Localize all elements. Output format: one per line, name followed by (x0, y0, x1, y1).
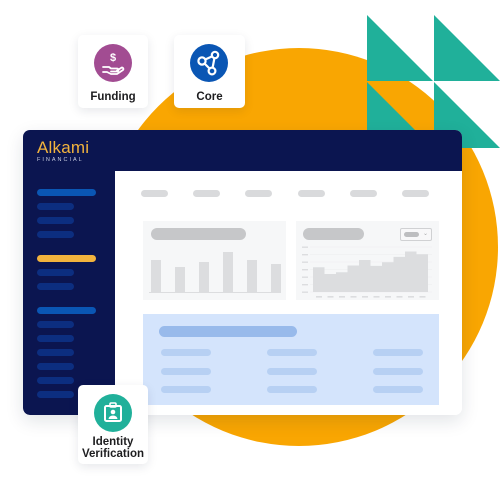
logo-tagline: FINANCIAL (37, 157, 84, 163)
y-tick (302, 269, 308, 271)
top-bar: Alkami FINANCIAL (23, 130, 462, 171)
bar (151, 260, 161, 292)
svg-text:$: $ (110, 52, 116, 64)
main-content: ⌄ (115, 171, 462, 415)
nav-item[interactable] (298, 190, 325, 197)
table-cell (267, 349, 317, 356)
sidebar (23, 171, 115, 415)
x-tick (419, 296, 426, 298)
table-cell (373, 367, 423, 375)
y-tick (302, 284, 308, 286)
teal-triangles-decoration (367, 15, 501, 149)
table-cell (161, 386, 211, 393)
bar (247, 260, 257, 292)
y-tick (302, 254, 308, 256)
table-cell (267, 386, 317, 393)
logo-wordmark: Alkami (37, 138, 90, 157)
table-panel (143, 314, 439, 405)
table-title-placeholder (159, 326, 297, 337)
sidebar-item[interactable] (37, 283, 74, 290)
table-cell (373, 386, 423, 393)
sidebar-item-active[interactable] (37, 189, 96, 196)
nav-item[interactable] (193, 190, 220, 197)
x-tick (373, 296, 380, 298)
sidebar-item[interactable] (37, 321, 74, 328)
x-tick (362, 296, 368, 298)
area-series (313, 251, 428, 292)
funding-label: Funding (90, 91, 136, 103)
hand-dollar-icon: $ (94, 44, 132, 82)
x-tick (350, 296, 357, 298)
y-tick (302, 261, 308, 263)
x-tick (385, 296, 391, 298)
sidebar-item[interactable] (37, 377, 74, 384)
bar (271, 264, 281, 292)
funding-badge[interactable]: $ Funding (78, 35, 148, 108)
y-tick (302, 246, 308, 248)
sidebar-item[interactable] (37, 335, 74, 342)
area-chart-card: ⌄ (296, 221, 439, 300)
x-tick (339, 296, 345, 298)
x-tick (316, 296, 322, 298)
table-cell (161, 367, 211, 375)
card-title-placeholder (151, 228, 246, 240)
sidebar-item[interactable] (37, 203, 74, 210)
sidebar-item-active[interactable] (37, 307, 96, 314)
sidebar-item[interactable] (37, 363, 74, 370)
alkami-logo[interactable]: Alkami FINANCIAL (37, 139, 89, 164)
app-window: Alkami FINANCIAL ⌄ (23, 130, 462, 415)
bar-chart (151, 247, 281, 292)
sidebar-item[interactable] (37, 391, 74, 398)
sidebar-item[interactable] (37, 217, 74, 224)
y-tick (302, 276, 308, 278)
bar-chart-card (143, 221, 286, 300)
nav-item[interactable] (141, 190, 168, 197)
bar (175, 267, 185, 292)
nav-item[interactable] (402, 190, 429, 197)
sidebar-item-highlighted[interactable] (37, 255, 96, 262)
sidebar-item[interactable] (37, 269, 74, 276)
table-cell (161, 349, 211, 356)
id-badge-icon (94, 394, 132, 432)
chart-baseline (149, 292, 281, 293)
network-nodes-icon (190, 44, 228, 82)
identity-verification-badge[interactable]: Identity Verification (78, 385, 148, 464)
sidebar-item[interactable] (37, 231, 74, 238)
bar (223, 252, 233, 292)
x-tick (408, 296, 414, 298)
y-tick (302, 291, 308, 293)
nav-item[interactable] (350, 190, 377, 197)
x-tick (327, 296, 334, 298)
x-tick (396, 296, 403, 298)
table-cell (373, 349, 423, 356)
sidebar-item[interactable] (37, 349, 74, 356)
identity-label-line2: Verification (82, 448, 144, 460)
core-label: Core (196, 91, 223, 103)
teal-triangle (434, 15, 500, 81)
table-cell (267, 367, 317, 375)
nav-item[interactable] (245, 190, 272, 197)
area-chart (302, 246, 432, 298)
teal-triangle (367, 15, 433, 81)
bar (199, 262, 209, 292)
core-badge[interactable]: Core (174, 35, 245, 108)
